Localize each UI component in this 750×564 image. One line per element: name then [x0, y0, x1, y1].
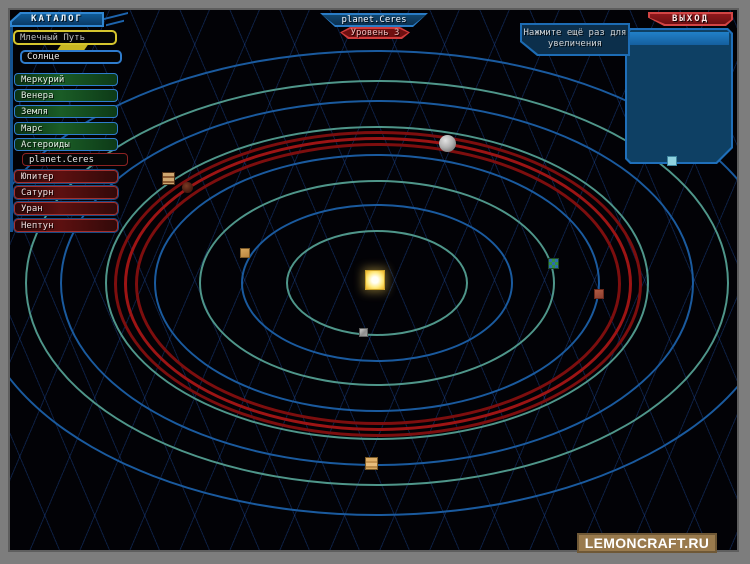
catalog-item-mars[interactable]: Марс: [14, 122, 118, 135]
planet-mars-icon[interactable]: [594, 289, 604, 299]
selected-body-banner: planet.Ceres: [320, 13, 428, 27]
body-info-panel-background: [627, 30, 731, 162]
planet-venus-icon[interactable]: [240, 248, 250, 258]
catalog-item-saturn[interactable]: Сатурн: [14, 186, 118, 199]
asteroid-body-icon[interactable]: [182, 182, 193, 193]
catalog-item-milky-way[interactable]: Млечный Путь: [13, 30, 117, 45]
catalog-item-earth[interactable]: Земля: [14, 105, 118, 118]
planet-uranus-icon[interactable]: [667, 156, 677, 166]
catalog-item-ceres[interactable]: planet.Ceres: [22, 153, 128, 166]
catalog-trace-bottom: [106, 20, 124, 26]
zoom-hint-line2: увеличения: [520, 39, 630, 50]
site-watermark: LEMONCRAFT.RU: [577, 533, 717, 553]
planet-ceres-icon[interactable]: [439, 135, 456, 152]
tier-badge: Уровень 3: [340, 27, 410, 39]
catalog-rail: [10, 26, 13, 232]
planet-earth-icon[interactable]: [548, 258, 559, 269]
planet-saturn-icon[interactable]: [365, 457, 378, 470]
catalog-item-asteroids[interactable]: Астероиды: [14, 138, 118, 151]
exit-button[interactable]: ВЫХОД: [648, 12, 733, 26]
catalog-item-venus[interactable]: Венера: [14, 89, 118, 102]
catalog-header: КАТАЛОГ: [10, 12, 104, 27]
catalog-item-mercury[interactable]: Меркурий: [14, 73, 118, 86]
selected-body-name: planet.Ceres: [320, 13, 428, 27]
catalog-item-jupiter[interactable]: Юпитер: [14, 170, 118, 183]
planet-jupiter-icon[interactable]: [162, 172, 175, 185]
planet-mercury-icon[interactable]: [359, 328, 368, 337]
catalog-item-neptune[interactable]: Нептун: [14, 219, 118, 232]
body-info-panel: [625, 28, 733, 164]
zoom-hint-tooltip: Нажмите ещё раз для увеличения: [520, 23, 630, 56]
catalog-title: КАТАЛОГ: [10, 12, 104, 27]
catalog-item-sun[interactable]: Солнце: [20, 50, 122, 64]
tier-badge-label: Уровень 3: [340, 27, 410, 39]
exit-button-label: ВЫХОД: [648, 12, 733, 26]
catalog-trace-top: [104, 12, 128, 20]
celestial-map[interactable]: КАТАЛОГ Млечный Путь Солнце Меркурий Вен…: [10, 10, 737, 550]
zoom-hint-line1: Нажмите ещё раз для: [520, 28, 630, 39]
catalog-item-uranus[interactable]: Уран: [14, 202, 118, 215]
panel-header-bar: [629, 32, 729, 45]
sun-icon[interactable]: [365, 270, 385, 290]
